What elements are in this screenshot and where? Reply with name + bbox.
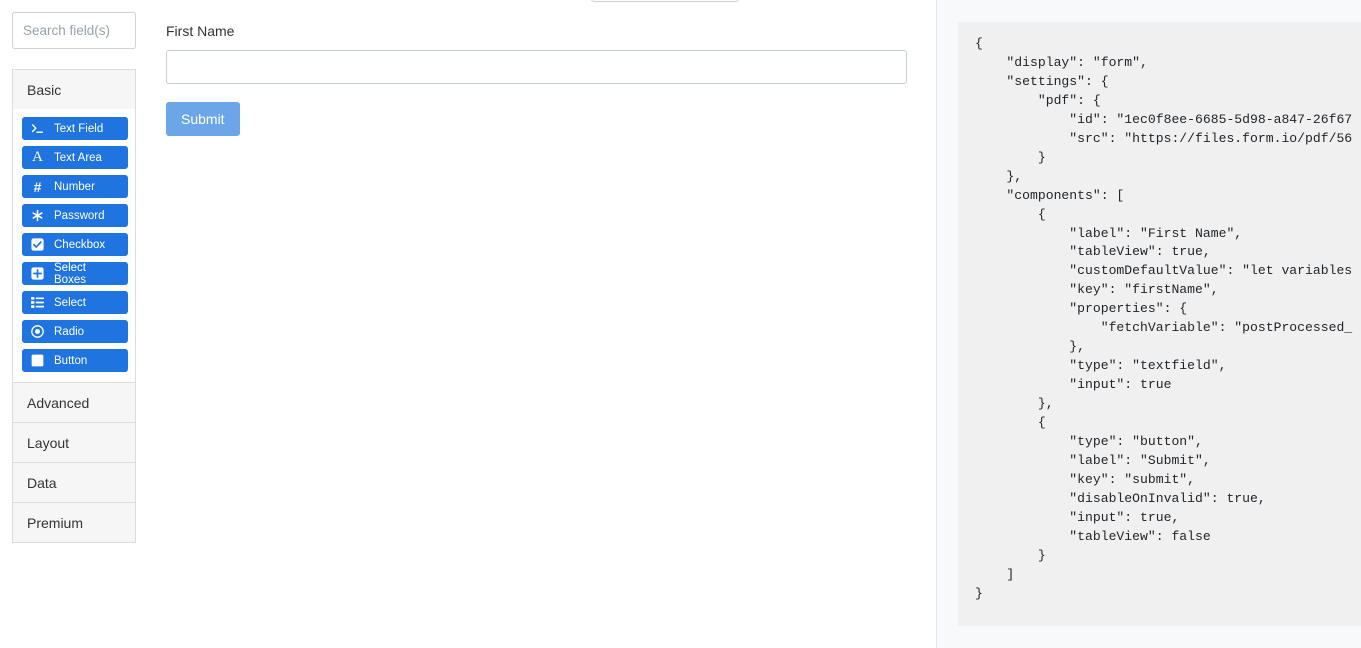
palette-group-header-premium[interactable]: Premium [13, 503, 135, 542]
radio-dot-icon [30, 324, 45, 339]
palette-component-label: Checkbox [54, 238, 106, 251]
square-icon [30, 353, 45, 368]
palette-group-data: Data [12, 462, 136, 502]
palette-component-label: Text Field [54, 122, 104, 135]
palette-group-body-basic: Text Field A Text Area # Number Password… [13, 109, 135, 382]
form-preview-canvas[interactable]: First Name Submit [166, 0, 936, 648]
palette-component-text-area[interactable]: A Text Area [22, 146, 128, 169]
json-code-card[interactable]: { "display": "form", "settings": { "pdf"… [958, 22, 1361, 626]
palette-group-label: Layout [27, 434, 70, 451]
palette-component-select-boxes[interactable]: Select Boxes [22, 261, 128, 286]
plus-square-icon [30, 266, 45, 281]
palette-component-label: Radio [54, 325, 85, 338]
palette-component-number[interactable]: # Number [22, 175, 128, 198]
palette-component-label: Password [54, 209, 105, 222]
palette-group-header-layout[interactable]: Layout [13, 423, 135, 462]
json-schema-panel: { "display": "form", "settings": { "pdf"… [936, 0, 1361, 648]
palette-component-label: Text Area [54, 151, 102, 164]
component-palette: Basic Text Field A [12, 12, 136, 543]
json-schema-text: { "display": "form", "settings": { "pdf"… [975, 36, 1353, 601]
palette-group-header-data[interactable]: Data [13, 463, 135, 502]
palette-component-label: Button [54, 354, 88, 367]
search-input[interactable] [12, 12, 136, 49]
first-name-label: First Name [166, 23, 235, 39]
palette-group-advanced: Advanced [12, 382, 136, 422]
palette-group-label: Data [27, 474, 57, 491]
letter-a-icon: A [32, 149, 43, 165]
palette-component-text-field[interactable]: Text Field [22, 117, 128, 140]
palette-group-layout: Layout [12, 422, 136, 462]
submit-button[interactable]: Submit [166, 102, 240, 136]
checkbox-checked-icon [30, 237, 45, 252]
palette-component-password[interactable]: Password [22, 204, 128, 227]
palette-component-checkbox[interactable]: Checkbox [22, 233, 128, 256]
palette-component-radio[interactable]: Radio [22, 320, 128, 343]
palette-group-header-advanced[interactable]: Advanced [13, 383, 135, 422]
list-icon [30, 295, 45, 310]
hash-icon: # [33, 178, 42, 195]
component-group-accordion: Basic Text Field A Text Area # Number Pa… [12, 69, 136, 543]
first-name-input[interactable] [166, 50, 907, 84]
palette-group-header-basic[interactable]: Basic [13, 70, 135, 109]
palette-component-label: Select Boxes [54, 261, 86, 286]
palette-component-button[interactable]: Button [22, 349, 128, 372]
form-builder-page: Basic Text Field A [0, 0, 1361, 648]
drag-placeholder-box [591, 0, 739, 2]
terminal-prompt-icon [30, 121, 45, 136]
palette-group-label: Premium [27, 514, 84, 531]
palette-component-select[interactable]: Select [22, 291, 128, 314]
palette-group-premium: Premium [12, 502, 136, 543]
palette-group-label: Basic [27, 81, 62, 98]
palette-group-label: Advanced [27, 394, 90, 411]
palette-component-label: Select [54, 296, 86, 309]
asterisk-icon [30, 208, 45, 223]
palette-component-label: Number [54, 180, 95, 193]
palette-group-basic: Basic Text Field A Text Area # Number Pa… [12, 69, 136, 382]
